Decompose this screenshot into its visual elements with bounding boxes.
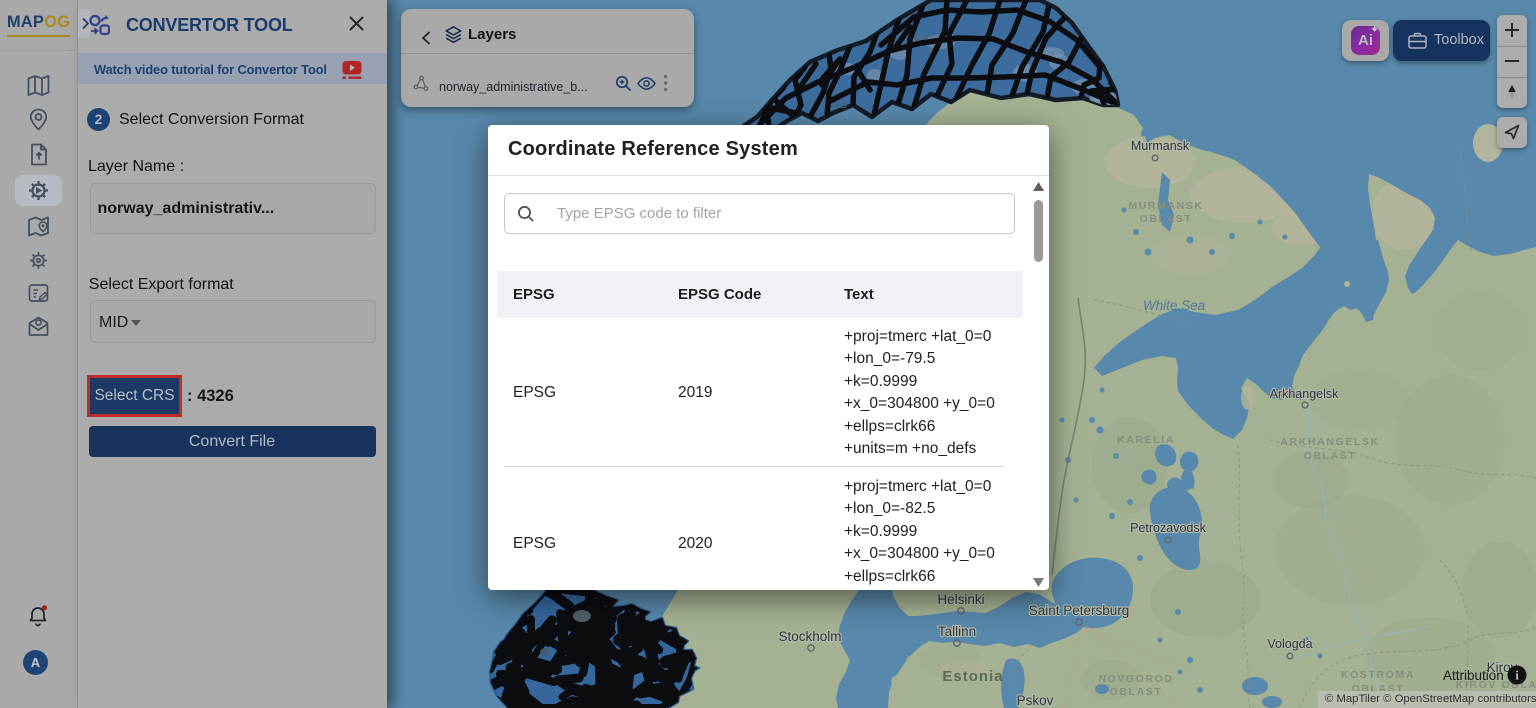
svg-text:Pskov: Pskov [1017, 693, 1054, 708]
svg-text:KOSTROMA: KOSTROMA [1341, 669, 1415, 681]
svg-text:OBLAST: OBLAST [1304, 450, 1357, 462]
svg-text:KARELIA: KARELIA [1117, 434, 1175, 446]
svg-text:Tallinn: Tallinn [938, 624, 976, 639]
svg-text:Murmansk: Murmansk [1131, 139, 1190, 153]
svg-text:ARKHANGELSK: ARKHANGELSK [1280, 436, 1379, 448]
svg-text:MURMANSK: MURMANSK [1128, 200, 1203, 212]
svg-text:i: i [1515, 668, 1519, 683]
svg-text:Vologda: Vologda [1267, 637, 1312, 651]
svg-text:Stockholm: Stockholm [778, 629, 841, 644]
svg-text:Helsinki: Helsinki [937, 592, 984, 607]
svg-text:Arkhangelsk: Arkhangelsk [1270, 387, 1340, 401]
svg-text:Estonia: Estonia [942, 668, 1003, 685]
svg-text:White Sea: White Sea [1143, 298, 1206, 313]
svg-text:OBLAST: OBLAST [1140, 213, 1193, 225]
svg-text:NOVGOROD: NOVGOROD [1098, 673, 1173, 685]
svg-text:Saint Petersburg: Saint Petersburg [1029, 603, 1130, 618]
svg-text:OBLAST: OBLAST [1110, 686, 1163, 698]
svg-text:Petrozavodsk: Petrozavodsk [1130, 521, 1206, 535]
